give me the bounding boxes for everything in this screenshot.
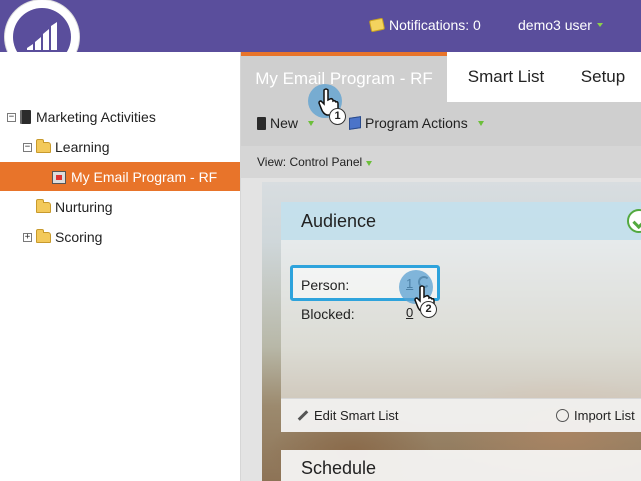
schedule-card: Schedule [281, 450, 641, 481]
new-button[interactable]: New [257, 115, 315, 131]
pencil-icon [297, 410, 309, 421]
blocked-label: Blocked: [301, 306, 355, 322]
bars-logo-icon [27, 22, 57, 50]
new-icon [257, 116, 266, 130]
folder-icon [36, 228, 51, 243]
tree-label: Learning [55, 139, 110, 155]
chevron-down-icon [477, 120, 484, 126]
top-bar: Notifications: 0 demo3 user [0, 0, 641, 52]
view-label: View: Control Panel [257, 155, 363, 169]
person-label: Person: [301, 277, 350, 293]
import-list-link[interactable]: Import List [556, 408, 635, 423]
new-label: New [270, 115, 299, 131]
chevron-down-icon [366, 161, 373, 166]
edit-smart-list-link[interactable]: Edit Smart List [297, 408, 399, 423]
tab-bar: My Email Program - RF Smart List Setup [241, 52, 641, 102]
chevron-down-icon [308, 120, 315, 126]
import-icon [556, 409, 569, 422]
check-circle-icon [627, 209, 641, 233]
tree-label: Scoring [55, 229, 103, 245]
step-badge-2: 2 [420, 301, 437, 318]
import-list-label: Import List [574, 408, 635, 423]
notifications-link[interactable]: Notifications: 0 [368, 17, 481, 33]
folder-icon [36, 138, 51, 153]
tab-setup[interactable]: Setup [565, 52, 641, 102]
email-program-icon [52, 170, 66, 184]
tree-item-learning[interactable]: − Learning [23, 133, 110, 161]
user-menu[interactable]: demo3 user [518, 17, 603, 33]
view-selector[interactable]: View: Control Panel [257, 155, 373, 169]
audience-card-header: Audience [281, 202, 641, 240]
edit-smart-list-label: Edit Smart List [314, 408, 399, 423]
toolbar: New Program Actions [241, 102, 641, 146]
tree-label: My Email Program - RF [71, 169, 218, 185]
program-actions-button[interactable]: Program Actions [349, 115, 484, 131]
notification-icon [368, 17, 386, 33]
collapse-icon[interactable]: − [7, 112, 16, 122]
program-actions-icon [349, 116, 361, 130]
expand-icon[interactable]: + [23, 232, 32, 242]
step-badge-1: 1 [329, 108, 346, 125]
tree-label: Nurturing [55, 199, 113, 215]
book-icon [20, 110, 31, 124]
view-bar: View: Control Panel [241, 146, 641, 178]
tab-smart-list[interactable]: Smart List [447, 52, 565, 102]
tree-item-scoring[interactable]: + Scoring [23, 223, 102, 251]
tree-item-nurturing[interactable]: Nurturing [36, 193, 113, 221]
audience-card-footer: Edit Smart List Import List [281, 398, 641, 432]
user-name: demo3 user [518, 17, 592, 33]
collapse-icon[interactable]: − [23, 142, 32, 152]
program-actions-label: Program Actions [365, 115, 468, 131]
blocked-count-link[interactable]: 0 [406, 305, 413, 320]
schedule-title: Schedule [301, 458, 377, 478]
tree-item-my-email-program[interactable]: My Email Program - RF [52, 163, 217, 191]
tab-my-email-program[interactable]: My Email Program - RF [241, 52, 447, 102]
tree-label: Marketing Activities [36, 109, 156, 125]
notifications-label: Notifications: 0 [389, 17, 481, 33]
navigation-tree: − Marketing Activities − Learning My Ema… [0, 52, 241, 481]
chevron-down-icon [596, 23, 603, 27]
audience-title: Audience [301, 211, 377, 231]
folder-icon [36, 198, 51, 213]
tree-item-marketing-activities[interactable]: − Marketing Activities [7, 103, 156, 131]
